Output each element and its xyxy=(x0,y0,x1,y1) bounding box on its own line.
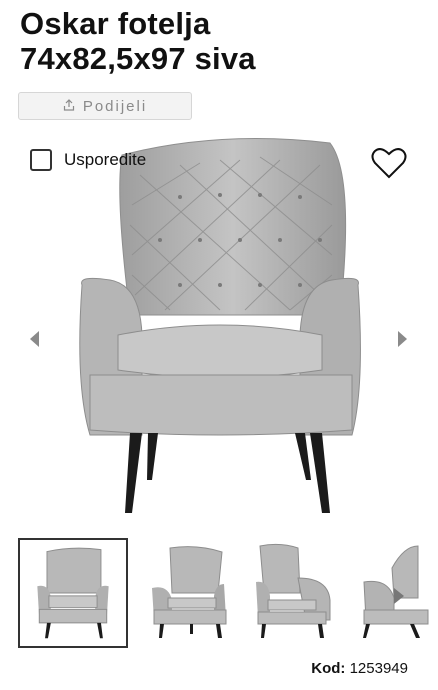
chevron-right-icon[interactable] xyxy=(394,328,410,350)
compare-checkbox[interactable]: Usporedite xyxy=(30,149,146,171)
thumbnail-front[interactable] xyxy=(18,538,128,648)
product-title: Oskar fotelja 74x82,5x97 siva xyxy=(20,6,420,76)
product-code: Kod: 1253949 xyxy=(311,660,408,677)
heart-icon[interactable] xyxy=(371,146,407,180)
thumbnail-strip xyxy=(18,538,438,648)
product-code-label: Kod: xyxy=(311,660,346,677)
share-icon xyxy=(63,98,75,115)
thumbnail-side[interactable] xyxy=(348,538,438,648)
share-button[interactable]: Podijeli xyxy=(18,92,192,120)
product-code-value: 1253949 xyxy=(349,660,408,677)
product-title-line2: 74x82,5x97 siva xyxy=(20,41,256,76)
product-main-image[interactable] xyxy=(70,135,370,525)
product-title-line1: Oskar fotelja xyxy=(20,6,211,41)
compare-checkbox-box[interactable] xyxy=(30,149,52,171)
chevron-left-icon[interactable] xyxy=(27,328,43,350)
thumbnail-angle[interactable] xyxy=(132,538,236,648)
share-label: Podijeli xyxy=(82,97,148,115)
thumbnail-side-angle[interactable] xyxy=(240,538,344,648)
compare-label: Usporedite xyxy=(64,150,147,169)
